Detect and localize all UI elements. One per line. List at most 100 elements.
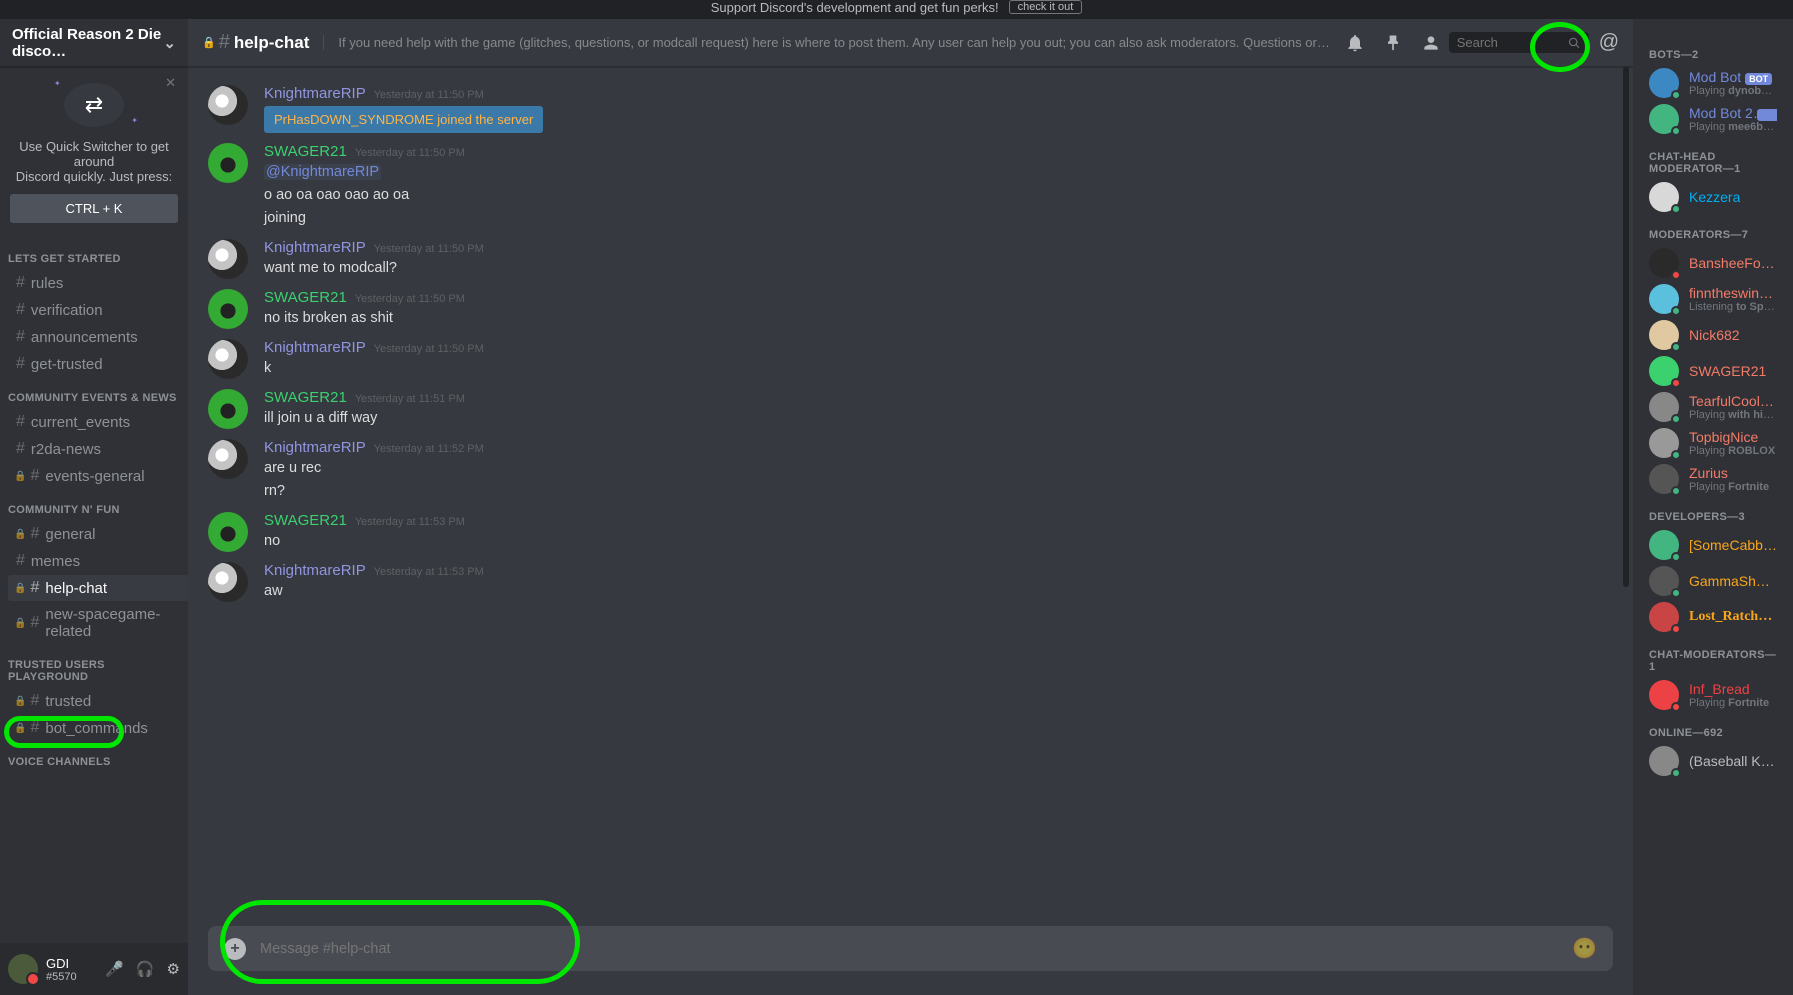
channel-item-help-chat[interactable]: 🔒#help-chat xyxy=(8,575,188,601)
member-item[interactable]: GammaShock xyxy=(1641,563,1785,599)
member-avatar xyxy=(1649,284,1679,314)
channel-topic[interactable]: If you need help with the game (glitches… xyxy=(323,35,1330,50)
channel-item-get-trusted[interactable]: #get-trusted xyxy=(8,351,188,377)
mute-icon[interactable]: 🎤 xyxy=(105,960,124,978)
message: KnightmareRIPYesterday at 11:53 PMaw xyxy=(208,554,1613,604)
message-avatar[interactable] xyxy=(208,389,248,429)
status-indicator xyxy=(1671,126,1681,136)
member-item[interactable]: ZuriusPlaying Fortnite xyxy=(1641,461,1785,497)
member-item[interactable]: Kezzera xyxy=(1641,179,1785,215)
quick-switcher-button[interactable]: CTRL + K xyxy=(10,194,178,223)
message-avatar[interactable] xyxy=(208,85,248,125)
member-activity: Listening to Spotify xyxy=(1689,301,1777,313)
message-avatar[interactable] xyxy=(208,239,248,279)
message-text: no xyxy=(264,531,1613,552)
member-item[interactable]: Nick682 xyxy=(1641,317,1785,353)
member-avatar xyxy=(1649,680,1679,710)
channel-item-verification[interactable]: #verification xyxy=(8,297,188,323)
message-username[interactable]: KnightmareRIP xyxy=(264,85,366,102)
message-input[interactable] xyxy=(260,941,1572,957)
status-indicator xyxy=(1671,414,1681,424)
banner-button[interactable]: check it out xyxy=(1009,0,1083,14)
channel-item-memes[interactable]: #memes xyxy=(8,548,188,574)
message-text: k xyxy=(264,358,1613,379)
member-item[interactable]: BansheeFox (My M xyxy=(1641,245,1785,281)
channel-section-header[interactable]: COMMUNITY EVENTS & NEWS xyxy=(0,378,188,408)
member-name: TearfulCoolSonic xyxy=(1689,393,1777,409)
member-item[interactable]: (Baseball Kiddo)U xyxy=(1641,743,1785,779)
server-header[interactable]: Official Reason 2 Die disco… ⌄ xyxy=(0,19,188,67)
member-avatar xyxy=(1649,530,1679,560)
lock-icon: 🔒 xyxy=(14,696,26,707)
message-input-box: + 😶 xyxy=(208,926,1613,971)
hash-icon: # xyxy=(30,525,39,543)
scrollbar-track[interactable] xyxy=(1623,67,1629,926)
message-username[interactable]: KnightmareRIP xyxy=(264,562,366,579)
message-username[interactable]: SWAGER21 xyxy=(264,389,347,406)
members-icon[interactable] xyxy=(1421,33,1441,53)
member-item[interactable]: [SomeCabbage] Y xyxy=(1641,527,1785,563)
member-item[interactable]: TearfulCoolSonicPlaying with his food xyxy=(1641,389,1785,425)
message-username[interactable]: KnightmareRIP xyxy=(264,439,366,456)
mentions-icon[interactable]: @ xyxy=(1599,31,1619,54)
channel-item-trusted[interactable]: 🔒#trusted xyxy=(8,688,188,714)
attach-button[interactable]: + xyxy=(224,938,246,960)
self-avatar[interactable] xyxy=(8,954,38,984)
message-username[interactable]: SWAGER21 xyxy=(264,143,347,160)
channel-item-current_events[interactable]: #current_events xyxy=(8,409,188,435)
voice-section-header[interactable]: VOICE CHANNELS xyxy=(0,742,188,772)
channel-item-bot_commands[interactable]: 🔒#bot_commands xyxy=(8,715,188,741)
channel-label: r2da-news xyxy=(31,441,101,458)
member-item[interactable]: SWAGER21 xyxy=(1641,353,1785,389)
channel-item-new-spacegame-related[interactable]: 🔒#new-spacegame-related xyxy=(8,602,188,644)
member-avatar xyxy=(1649,746,1679,776)
channel-item-general[interactable]: 🔒#general xyxy=(8,521,188,547)
search-input[interactable] xyxy=(1457,35,1568,50)
member-item[interactable]: TopbigNicePlaying ROBLOX xyxy=(1641,425,1785,461)
message-username[interactable]: SWAGER21 xyxy=(264,512,347,529)
search-box[interactable] xyxy=(1449,32,1589,53)
channel-item-rules[interactable]: #rules xyxy=(8,270,188,296)
settings-icon[interactable]: ⚙ xyxy=(167,960,180,978)
message-avatar[interactable] xyxy=(208,289,248,329)
message-timestamp: Yesterday at 11:50 PM xyxy=(355,293,465,305)
banner-text: Support Discord's development and get fu… xyxy=(711,0,999,15)
bell-icon[interactable] xyxy=(1345,33,1365,53)
message-username[interactable]: KnightmareRIP xyxy=(264,239,366,256)
member-activity: Playing ROBLOX xyxy=(1689,445,1775,457)
bot-tag: BOT xyxy=(1745,73,1772,85)
message-avatar[interactable] xyxy=(208,439,248,479)
message-avatar[interactable] xyxy=(208,143,248,183)
member-item[interactable]: Inf_BreadPlaying Fortnite xyxy=(1641,677,1785,713)
self-username: GDI xyxy=(46,956,105,971)
message-avatar[interactable] xyxy=(208,339,248,379)
channel-section-header[interactable]: TRUSTED USERS PLAYGROUND xyxy=(0,645,188,687)
scrollbar-thumb[interactable] xyxy=(1623,67,1629,587)
message-timestamp: Yesterday at 11:52 PM xyxy=(374,443,484,455)
status-indicator xyxy=(1671,702,1681,712)
mention[interactable]: @KnightmareRIP xyxy=(264,164,381,180)
channel-item-r2da-news[interactable]: #r2da-news xyxy=(8,436,188,462)
emoji-picker-icon[interactable]: 😶 xyxy=(1572,936,1597,961)
status-indicator xyxy=(1671,588,1681,598)
message-timestamp: Yesterday at 11:50 PM xyxy=(374,343,484,355)
member-item[interactable]: Lost_Ratchet - ( xyxy=(1641,599,1785,635)
member-item[interactable]: Mod BotBOTPlaying dynobot.net | ?help xyxy=(1641,65,1785,101)
message-avatar[interactable] xyxy=(208,512,248,552)
member-item[interactable]: finntheswine (FinnListening to Spotify xyxy=(1641,281,1785,317)
message-username[interactable]: KnightmareRIP xyxy=(264,339,366,356)
channel-section-header[interactable]: COMMUNITY N' FUN xyxy=(0,490,188,520)
channel-item-announcements[interactable]: #announcements xyxy=(8,324,188,350)
close-icon[interactable]: ✕ xyxy=(165,75,176,91)
pin-icon[interactable] xyxy=(1383,33,1403,53)
member-activity: Playing mee6bot.com xyxy=(1689,121,1777,133)
chat-header: 🔒 # help-chat If you need help with the … xyxy=(188,19,1633,67)
channel-section-header[interactable]: LETS GET STARTED xyxy=(0,239,188,269)
member-item[interactable]: Mod Bot 2BOTPlaying mee6bot.com xyxy=(1641,101,1785,137)
message-username[interactable]: SWAGER21 xyxy=(264,289,347,306)
channel-item-events-general[interactable]: 🔒#events-general xyxy=(8,463,188,489)
deafen-icon[interactable]: 🎧 xyxy=(136,960,155,978)
message-avatar[interactable] xyxy=(208,562,248,602)
channel-label: verification xyxy=(31,302,103,319)
bot-tag: BOT xyxy=(1757,109,1777,121)
